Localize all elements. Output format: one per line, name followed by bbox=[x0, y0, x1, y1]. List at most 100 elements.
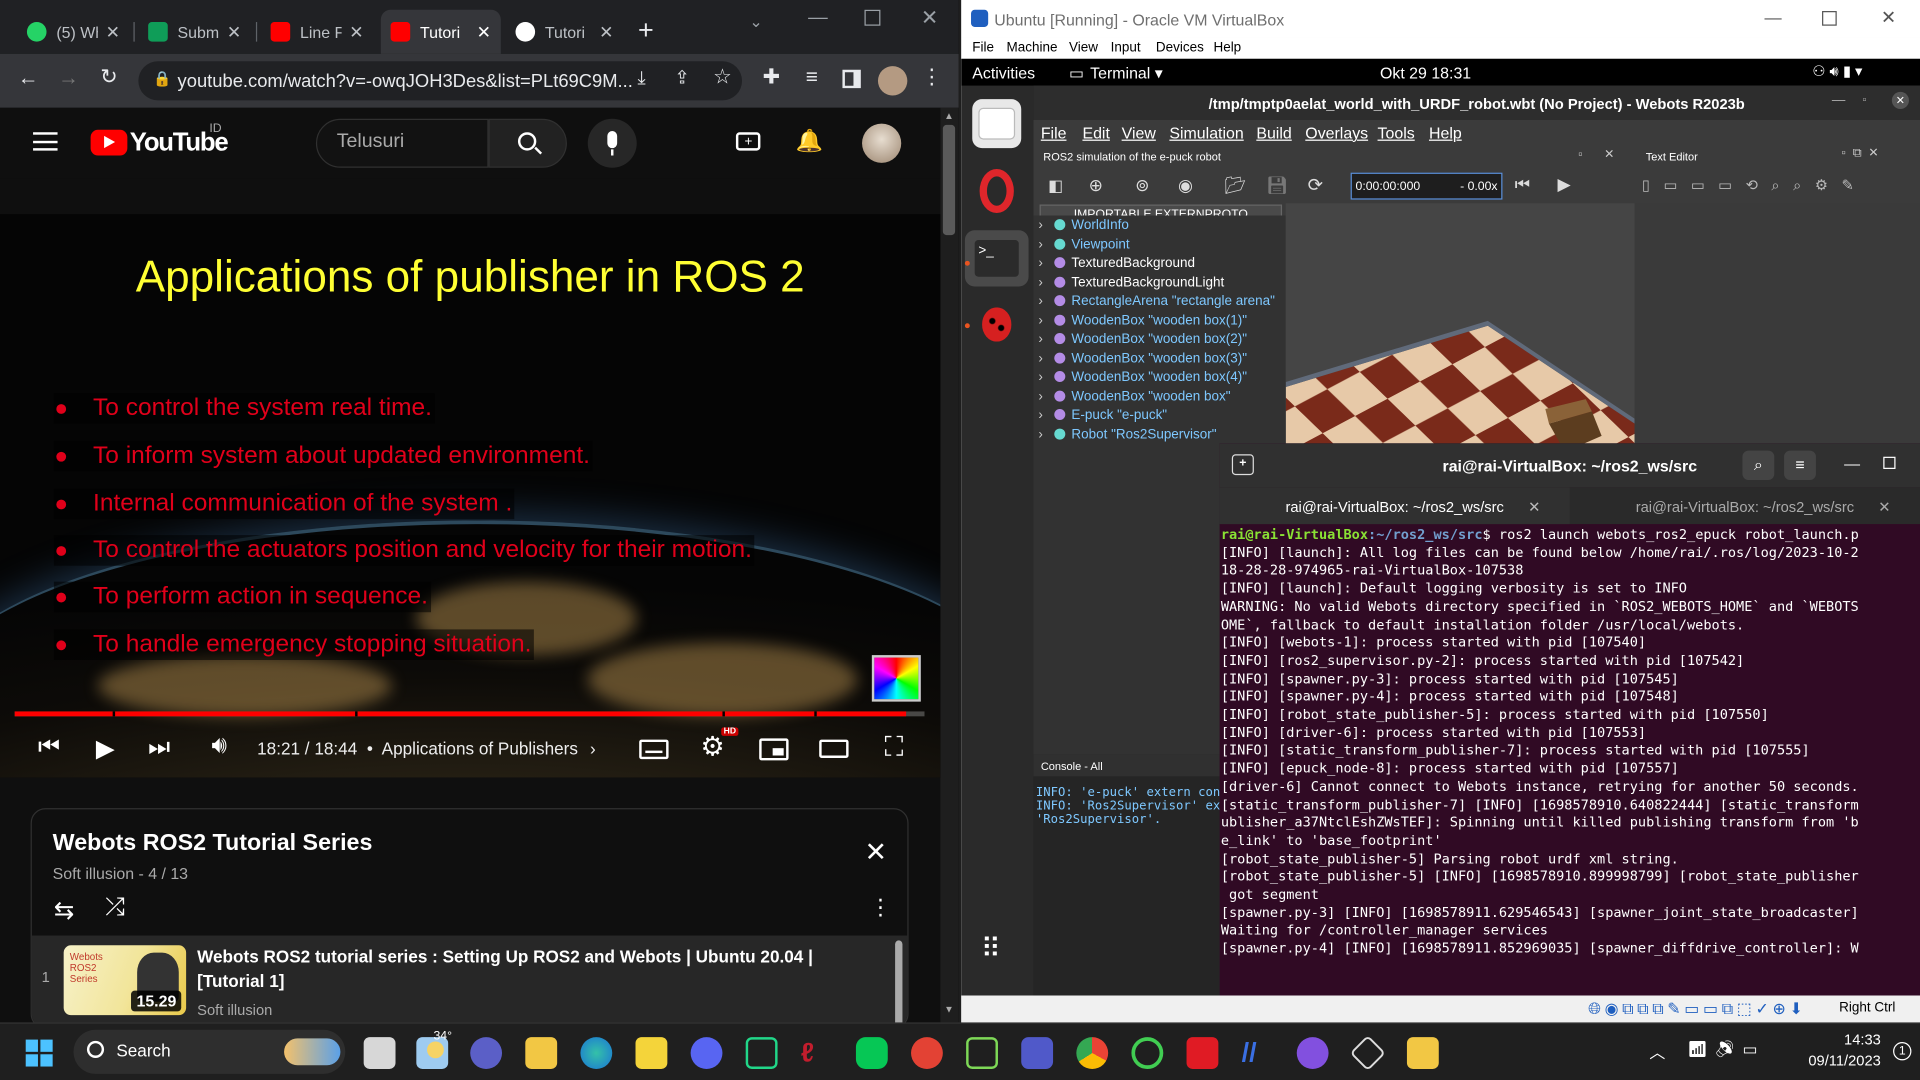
expand-arrow-icon[interactable]: › bbox=[1038, 313, 1050, 328]
new-tab-icon[interactable]: + bbox=[1231, 454, 1254, 476]
play-icon[interactable]: ▶ bbox=[93, 733, 117, 764]
vbox-device-icons[interactable]: 🌐︎◉⧉⧉⧉✎▭▭⧉⬚✓⊕⬇ bbox=[1588, 999, 1806, 1019]
scene-tree-node[interactable]: › TexturedBackgroundLight bbox=[1038, 275, 1224, 290]
terminal-search-icon[interactable]: ⌕ bbox=[1742, 450, 1775, 481]
save-world-icon[interactable]: 💾︎ bbox=[1266, 175, 1288, 196]
playlist-menu-icon[interactable]: ⋮ bbox=[869, 895, 891, 921]
expand-arrow-icon[interactable]: › bbox=[1038, 218, 1050, 233]
reload-icon[interactable]: ↻ bbox=[96, 65, 123, 89]
voice-search-button[interactable] bbox=[587, 118, 637, 168]
dock-float-icon[interactable]: ▫ bbox=[1578, 148, 1582, 161]
playlist-item[interactable]: 1 Webots ROS2 Series 15.29 Webots ROS2 t… bbox=[31, 935, 908, 1023]
system-tray-icons[interactable]: ⚇ 🔊︎ ▮ ▾ bbox=[1812, 62, 1862, 80]
tab-youtube-line[interactable]: Line F ✕ bbox=[261, 10, 374, 54]
app-menu[interactable]: ▭ Terminal ▾ bbox=[1069, 64, 1163, 84]
search-input[interactable]: Telusuri bbox=[315, 118, 489, 168]
youtube-logo-icon[interactable] bbox=[90, 129, 128, 156]
theater-mode-icon[interactable] bbox=[819, 739, 849, 758]
expand-arrow-icon[interactable]: › bbox=[1038, 408, 1050, 423]
close-tab-icon[interactable]: ✕ bbox=[342, 21, 363, 42]
scene-tree-node[interactable]: › WoodenBox "wooden box" bbox=[1038, 389, 1230, 404]
tab-search-icon[interactable]: ⌄ bbox=[749, 12, 762, 32]
back-icon[interactable]: ← bbox=[15, 66, 42, 90]
app-icon[interactable]: // bbox=[1242, 1037, 1274, 1069]
minimize-button[interactable]: — bbox=[808, 7, 828, 29]
maximize-button[interactable] bbox=[864, 9, 881, 26]
close-tab-icon[interactable]: ✕ bbox=[469, 21, 491, 42]
edge-icon[interactable] bbox=[580, 1037, 613, 1069]
editor-dock-controls[interactable]: ▫ ⧉ ✕ bbox=[1842, 147, 1879, 160]
teams-meet-icon[interactable] bbox=[470, 1037, 503, 1069]
expand-arrow-icon[interactable]: › bbox=[1038, 275, 1050, 290]
close-tab-icon[interactable]: ✕ bbox=[98, 21, 120, 42]
tab-whatsapp[interactable]: (5) Wh ✕ bbox=[17, 10, 130, 54]
volume-icon[interactable]: 🔊︎ bbox=[206, 732, 233, 760]
tab-github[interactable]: Tutori ✕ bbox=[506, 10, 624, 54]
expand-arrow-icon[interactable]: › bbox=[1038, 427, 1050, 442]
scene-tree-node[interactable]: › WorldInfo bbox=[1038, 218, 1128, 233]
menu-edit[interactable]: Edit bbox=[1082, 124, 1109, 142]
show-hidden-icons[interactable]: ︿ bbox=[1649, 1040, 1665, 1063]
teams-icon[interactable] bbox=[1021, 1037, 1054, 1069]
terminal-tab-active[interactable]: rai@rai-VirtualBox: ~/ros2_ws/src ✕ bbox=[1219, 487, 1570, 525]
menu-file[interactable]: File bbox=[972, 40, 994, 55]
gnome-clock[interactable]: Okt 29 18:31 bbox=[1380, 64, 1471, 82]
reload-world-icon[interactable]: ⟳ bbox=[1308, 174, 1323, 196]
next-icon[interactable]: ⏭ bbox=[147, 733, 171, 761]
close-tab-icon[interactable]: ✕ bbox=[220, 21, 241, 42]
tab-sheets[interactable]: Subm ✕ bbox=[138, 10, 251, 54]
chapter-title[interactable]: Applications of Publishers bbox=[382, 738, 578, 758]
app-icon[interactable] bbox=[1349, 1035, 1386, 1072]
scene-tree-node[interactable]: › WoodenBox "wooden box(1)" bbox=[1038, 313, 1247, 328]
step-back-icon[interactable]: ⏮ bbox=[1515, 174, 1530, 195]
opera-icon[interactable] bbox=[972, 167, 1021, 216]
new-tab-button[interactable]: + bbox=[638, 15, 654, 47]
windows-start-icon[interactable] bbox=[25, 1039, 53, 1067]
media-control-icon[interactable]: ≡ bbox=[798, 65, 825, 89]
share-icon[interactable]: ⇪ bbox=[669, 66, 696, 88]
github-desktop-icon[interactable] bbox=[1296, 1037, 1329, 1069]
expand-arrow-icon[interactable]: › bbox=[1038, 332, 1050, 347]
profile-avatar[interactable] bbox=[877, 66, 908, 96]
activities-button[interactable]: Activities bbox=[972, 64, 1035, 82]
terminal-dock-icon[interactable]: >_ bbox=[964, 230, 1029, 287]
line-icon[interactable] bbox=[855, 1037, 888, 1069]
virtualbox-taskbar-icon[interactable] bbox=[1406, 1037, 1439, 1069]
menu-help[interactable]: Help bbox=[1429, 124, 1462, 142]
minimize-button[interactable]: — bbox=[1764, 7, 1781, 27]
menu-input[interactable]: Input bbox=[1111, 40, 1141, 55]
miniplayer-icon[interactable] bbox=[759, 738, 789, 761]
notification-badge[interactable]: 1 bbox=[1893, 1042, 1912, 1061]
maximize-button[interactable] bbox=[1883, 456, 1896, 469]
menu-help[interactable]: Help bbox=[1213, 40, 1241, 55]
menu-view[interactable]: View bbox=[1122, 124, 1156, 142]
visibility-eye-icon[interactable]: ◉ bbox=[1178, 175, 1193, 196]
scene-tree-node[interactable]: › TexturedBackground bbox=[1038, 256, 1195, 271]
channel-watermark[interactable] bbox=[871, 655, 921, 702]
app-icon[interactable]: ℓ bbox=[801, 1037, 833, 1069]
taskbar-clock[interactable]: 14:33 09/11/2023 bbox=[1807, 1030, 1880, 1072]
taskbar-search[interactable]: Search bbox=[73, 1029, 346, 1074]
close-window-button[interactable]: ✕ bbox=[1891, 91, 1909, 109]
scene-tree-node[interactable]: › Viewpoint bbox=[1038, 237, 1129, 252]
create-video-icon[interactable]: + bbox=[735, 132, 761, 151]
terminal-output[interactable]: rai@rai-VirtualBox:~/ros2_ws/src$ ros2 l… bbox=[1220, 527, 1920, 996]
menu-simulation[interactable]: Simulation bbox=[1169, 124, 1243, 142]
expand-arrow-icon[interactable]: › bbox=[1038, 351, 1050, 366]
run-simulation-icon[interactable]: ▶ bbox=[1558, 174, 1571, 195]
terminal-tab[interactable]: rai@rai-VirtualBox: ~/ros2_ws/src ✕ bbox=[1570, 487, 1920, 524]
minimize-button[interactable]: — bbox=[1832, 93, 1845, 108]
expand-arrow-icon[interactable]: › bbox=[1038, 256, 1050, 271]
sticky-notes-icon[interactable] bbox=[635, 1037, 668, 1069]
task-view-icon[interactable] bbox=[363, 1037, 396, 1069]
scene-tree-node[interactable]: › WoodenBox "wooden box(3)" bbox=[1038, 351, 1247, 366]
account-avatar[interactable] bbox=[862, 123, 902, 163]
previous-icon[interactable]: ⏮ bbox=[37, 733, 61, 761]
menu-build[interactable]: Build bbox=[1256, 124, 1291, 142]
loop-icon[interactable]: ⇆ bbox=[54, 895, 75, 926]
side-panel-icon[interactable] bbox=[842, 69, 861, 89]
close-window-button[interactable]: ✕ bbox=[1881, 6, 1896, 28]
forward-icon[interactable]: → bbox=[55, 66, 82, 90]
expand-arrow-icon[interactable]: › bbox=[1038, 389, 1050, 404]
app-icon[interactable] bbox=[1186, 1037, 1219, 1069]
